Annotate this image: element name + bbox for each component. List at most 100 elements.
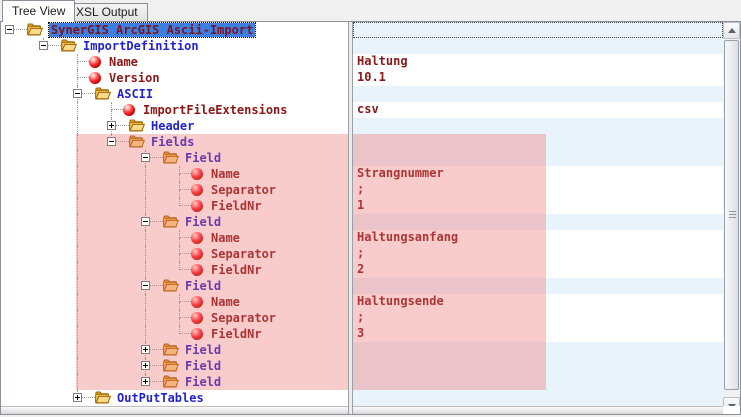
- tree-node-label[interactable]: FieldNr: [211, 327, 262, 341]
- value-row[interactable]: 1: [353, 198, 723, 214]
- plus-box-icon[interactable]: [141, 361, 150, 370]
- tree-node-label[interactable]: Field: [185, 151, 221, 165]
- plus-box-icon[interactable]: [73, 393, 82, 402]
- tree-row[interactable]: Name: [1, 230, 348, 246]
- red-ball-icon: [191, 200, 203, 212]
- tree-row[interactable]: Field: [1, 214, 348, 230]
- tree-row[interactable]: OutPutTables: [1, 390, 348, 406]
- tree-row[interactable]: FieldNr: [1, 198, 348, 214]
- tree-row[interactable]: Separator: [1, 182, 348, 198]
- tree-node-label[interactable]: Field: [185, 375, 221, 389]
- tree-row[interactable]: Name: [1, 166, 348, 182]
- minus-box-icon[interactable]: [141, 281, 150, 290]
- tree-node-label[interactable]: Name: [211, 167, 240, 181]
- tree-node-label[interactable]: SynerGIS ArcGIS Ascii-Import: [49, 23, 255, 37]
- tree-node-label[interactable]: ImportFileExtensions: [143, 103, 288, 117]
- tree-row[interactable]: Header: [1, 118, 348, 134]
- minus-box-icon[interactable]: [39, 41, 48, 50]
- tree-node-label[interactable]: Name: [211, 295, 240, 309]
- tree-row[interactable]: ImportDefinition: [1, 38, 348, 54]
- value-row[interactable]: 3: [353, 326, 723, 342]
- node-value: 3: [357, 326, 364, 340]
- tree-row[interactable]: Field: [1, 358, 348, 374]
- tree-node-label[interactable]: Separator: [211, 247, 276, 261]
- value-row[interactable]: [353, 358, 723, 374]
- tree-row[interactable]: ASCII: [1, 86, 348, 102]
- tree-node-label[interactable]: FieldNr: [211, 263, 262, 277]
- tree-row[interactable]: Name: [1, 294, 348, 310]
- value-row[interactable]: Strangnummer: [353, 166, 723, 182]
- tree-node-label[interactable]: Fields: [151, 135, 194, 149]
- tree-row[interactable]: Field: [1, 374, 348, 390]
- tree-node-label[interactable]: ImportDefinition: [83, 39, 199, 53]
- value-row[interactable]: [353, 390, 723, 406]
- tree-node-label[interactable]: Name: [211, 231, 240, 245]
- value-row[interactable]: ;: [353, 182, 723, 198]
- plus-box-icon[interactable]: [107, 121, 116, 130]
- panel-splitter[interactable]: [348, 22, 353, 414]
- tree-row[interactable]: FieldNr: [1, 262, 348, 278]
- tree-node-label[interactable]: Separator: [211, 183, 276, 197]
- tree-node-label[interactable]: Field: [185, 359, 221, 373]
- value-row[interactable]: ;: [353, 310, 723, 326]
- value-row[interactable]: [353, 374, 723, 390]
- folder-icon: [163, 375, 179, 388]
- value-row[interactable]: [353, 342, 723, 358]
- tree-row[interactable]: Fields: [1, 134, 348, 150]
- scrollbar-thumb[interactable]: [724, 40, 739, 390]
- bottom-strip: [1, 406, 723, 414]
- tree-guide-line: [111, 109, 123, 110]
- value-row[interactable]: 2: [353, 262, 723, 278]
- value-row[interactable]: [353, 278, 723, 294]
- minus-box-icon[interactable]: [5, 25, 14, 34]
- plus-box-icon[interactable]: [141, 377, 150, 386]
- tree-row[interactable]: Name: [1, 54, 348, 70]
- value-row[interactable]: [353, 86, 723, 102]
- minus-box-icon[interactable]: [141, 217, 150, 226]
- vertical-scrollbar[interactable]: [723, 22, 740, 406]
- value-row[interactable]: [353, 214, 723, 230]
- value-row[interactable]: [353, 22, 723, 38]
- tab-xsl-output[interactable]: XSL Output: [66, 3, 148, 21]
- tree-row[interactable]: Field: [1, 278, 348, 294]
- tab-tree-view[interactable]: Tree View: [2, 0, 75, 22]
- value-row[interactable]: ;: [353, 246, 723, 262]
- value-row[interactable]: csv: [353, 102, 723, 118]
- minus-box-icon[interactable]: [73, 89, 82, 98]
- plus-box-icon[interactable]: [141, 345, 150, 354]
- tree-row[interactable]: FieldNr: [1, 326, 348, 342]
- tree-node-label[interactable]: Header: [151, 119, 194, 133]
- tree-row[interactable]: Separator: [1, 310, 348, 326]
- value-row[interactable]: [353, 118, 723, 134]
- tree-node-label[interactable]: Field: [185, 343, 221, 357]
- red-ball-icon: [89, 56, 101, 68]
- tree-row[interactable]: SynerGIS ArcGIS Ascii-Import: [1, 22, 348, 38]
- tree-node-label[interactable]: Separator: [211, 311, 276, 325]
- tree-node-label[interactable]: OutPutTables: [117, 391, 204, 405]
- tree-guide-line: [77, 102, 78, 118]
- tree-row[interactable]: Field: [1, 342, 348, 358]
- value-row[interactable]: [353, 150, 723, 166]
- tree-node-label[interactable]: ASCII: [117, 87, 153, 101]
- value-row[interactable]: 10.1: [353, 70, 723, 86]
- tree-row[interactable]: ImportFileExtensions: [1, 102, 348, 118]
- tree-row[interactable]: Version: [1, 70, 348, 86]
- value-row[interactable]: Haltungsende: [353, 294, 723, 310]
- tree-node-label[interactable]: Field: [185, 279, 221, 293]
- tree-row[interactable]: Field: [1, 150, 348, 166]
- tree-node-label[interactable]: Name: [109, 55, 138, 69]
- tree-node-label[interactable]: Field: [185, 215, 221, 229]
- value-row[interactable]: [353, 134, 723, 150]
- tree-node-label[interactable]: FieldNr: [211, 199, 262, 213]
- value-row[interactable]: Haltung: [353, 54, 723, 70]
- value-row[interactable]: Haltungsanfang: [353, 230, 723, 246]
- tree-node-label[interactable]: Version: [109, 71, 160, 85]
- scroll-down-button[interactable]: [723, 397, 740, 406]
- xml-tree: SynerGIS ArcGIS Ascii-Import ImportDefini…: [1, 22, 348, 406]
- value-row[interactable]: [353, 38, 723, 54]
- minus-box-icon[interactable]: [107, 137, 116, 146]
- scroll-up-button[interactable]: [723, 22, 740, 39]
- tree-guide-line: [77, 62, 78, 70]
- tree-row[interactable]: Separator: [1, 246, 348, 262]
- minus-box-icon[interactable]: [141, 153, 150, 162]
